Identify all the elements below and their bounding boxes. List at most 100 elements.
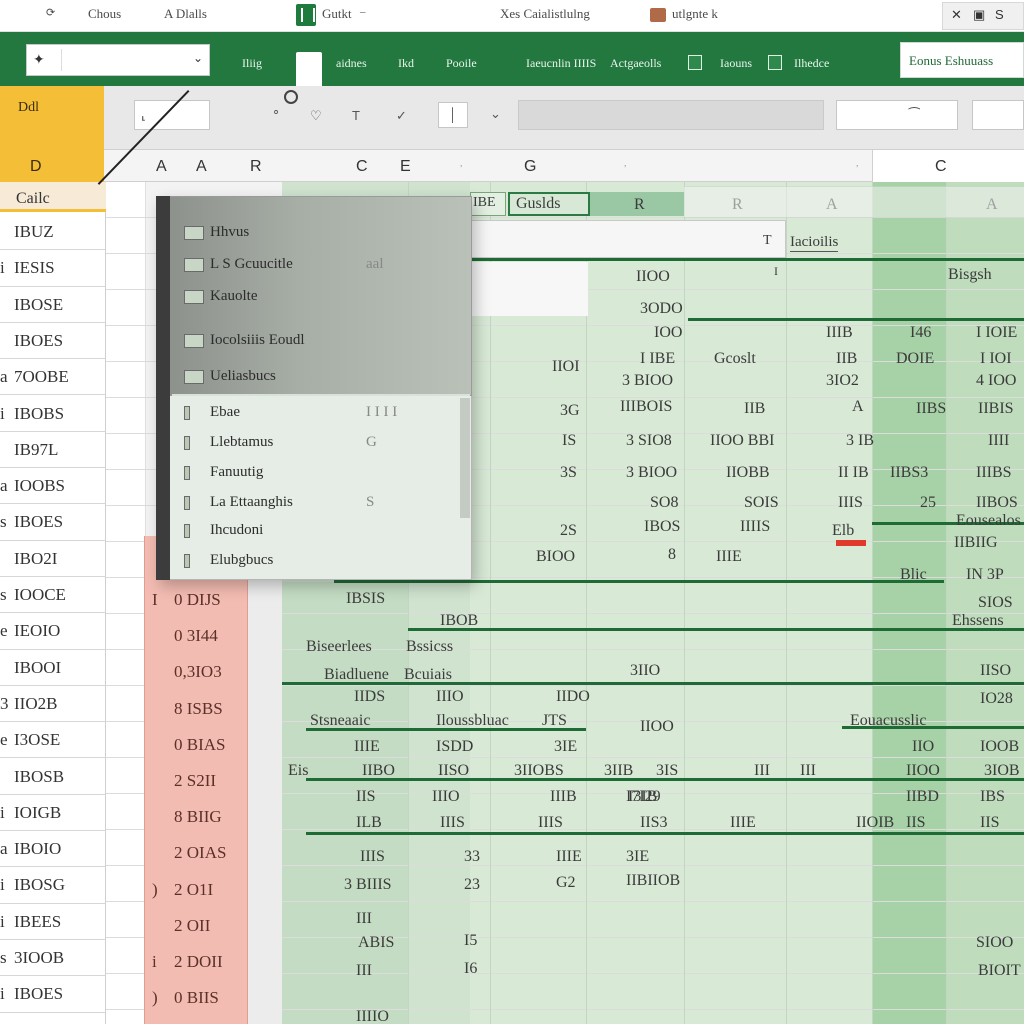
grid-cell-value[interactable]: III: [800, 762, 816, 780]
cell-edit-strip[interactable]: T: [470, 220, 786, 258]
chevron-down-icon[interactable]: ⌄: [193, 51, 203, 65]
row-header[interactable]: a IBOIO: [0, 831, 106, 868]
ribbon-tab-2[interactable]: aidnes: [336, 56, 367, 71]
text-tool-label[interactable]: T: [352, 108, 360, 123]
grid-cell-value[interactable]: 3 BIOO: [622, 372, 673, 390]
formula-input[interactable]: [518, 100, 824, 130]
grid-cell-value[interactable]: IIBIIOB: [626, 872, 680, 890]
titlebar-item-user[interactable]: utlgnte k: [672, 6, 718, 22]
cell-white-block[interactable]: [470, 262, 588, 316]
highlighted-cell[interactable]: i 2 DOII: [144, 946, 248, 982]
grid-cell-value[interactable]: Biseerlees: [306, 638, 372, 656]
refresh-icon[interactable]: ⟳: [46, 6, 55, 19]
row-header[interactable]: e IEOIO: [0, 613, 106, 650]
grid-cell-value[interactable]: ABIS: [358, 934, 394, 952]
context-menu-item[interactable]: La Ettaanghis S: [176, 488, 468, 518]
grid-cell-value[interactable]: ILB: [356, 814, 382, 832]
grid-cell-value[interactable]: IIBIIG: [954, 534, 998, 552]
grid-cell-value[interactable]: IIS: [980, 814, 1000, 832]
grid-cell-value[interactable]: 3ODO: [640, 300, 683, 318]
row-header[interactable]: s IOOCE: [0, 577, 106, 614]
row-header[interactable]: i IBOBS: [0, 396, 106, 432]
grid-cell-value[interactable]: I IBE: [640, 350, 675, 368]
cell-tag[interactable]: Iacioilis: [790, 234, 839, 252]
grid-cell-value[interactable]: Iloussbluac: [436, 712, 509, 730]
grid-cell-value[interactable]: IIBS: [916, 400, 946, 418]
grid-cell-value[interactable]: I IOI: [980, 350, 1012, 368]
grid-cell-value[interactable]: SO8: [650, 494, 678, 512]
row-header[interactable]: IBOSB: [0, 759, 106, 795]
highlighted-cell[interactable]: 2 OIAS: [144, 837, 248, 873]
grid-cell-value[interactable]: Ehssens: [952, 612, 1004, 630]
grid-cell-value[interactable]: I46: [910, 324, 931, 342]
grid-cell-value[interactable]: IIDS: [354, 688, 385, 706]
context-menu-item[interactable]: Hhvus: [176, 218, 468, 248]
column-header[interactable]: R: [250, 158, 262, 176]
grid-cell-value[interactable]: IBOB: [440, 612, 478, 630]
grid-cell-value[interactable]: III: [356, 962, 372, 980]
grid-cell-value[interactable]: IOO: [654, 324, 682, 342]
row-header[interactable]: a 7OOBE: [0, 359, 106, 396]
row-header[interactable]: e I3OSE: [0, 722, 106, 759]
grid-cell-value[interactable]: 2S: [560, 522, 577, 540]
grid-cell-value[interactable]: IIIE: [556, 848, 582, 866]
row-header[interactable]: s 3IOOB: [0, 940, 106, 977]
column-header[interactable]: A: [156, 158, 167, 176]
titlebar-item-3[interactable]: Gutkt: [322, 6, 352, 22]
grid-cell-value[interactable]: IN 3P: [966, 566, 1004, 584]
row-header[interactable]: IB97L: [0, 432, 106, 469]
ribbon-tab-7[interactable]: Iaouns: [720, 56, 752, 71]
row-header[interactable]: 3 IIO2B: [0, 686, 106, 723]
context-menu-item[interactable]: Kauolte: [176, 282, 468, 312]
grid-cell-value[interactable]: ISDD: [436, 738, 473, 756]
grid-cell-value[interactable]: IIIE: [730, 814, 756, 832]
grid-cell-value[interactable]: 33: [464, 848, 480, 866]
ribbon-doc-icon[interactable]: [768, 55, 782, 70]
grid-cell-value[interactable]: IIBIS: [978, 400, 1014, 418]
grid-cell-value[interactable]: IIIE: [716, 548, 742, 566]
highlighted-cell[interactable]: I 0 DIJS: [144, 584, 248, 620]
grid-cell-value[interactable]: 3G: [560, 402, 580, 420]
cell-tag[interactable]: Bisgsh: [948, 266, 992, 284]
grid-cell-value[interactable]: IIIS: [538, 814, 563, 832]
grid-cell-value[interactable]: IIIBS: [976, 464, 1012, 482]
row-header[interactable]: IBOSE: [0, 287, 106, 323]
highlighted-cell[interactable]: ) 2 O1I: [144, 874, 248, 910]
grid-cell-value[interactable]: BIOIT: [978, 962, 1021, 980]
formula-dropdown[interactable]: ⁀: [836, 100, 958, 130]
grid-cell-value[interactable]: Biadluene: [324, 666, 389, 684]
grid-cell-value[interactable]: IO28: [980, 690, 1013, 708]
grid-cell-value[interactable]: IIOO: [640, 718, 674, 736]
grid-cell-value[interactable]: IBOS: [644, 518, 680, 536]
grid-cell-value[interactable]: IISO: [438, 762, 469, 780]
row-header-first[interactable]: Cailc: [0, 182, 106, 212]
grid-cell-value[interactable]: 3IIOBS: [514, 762, 564, 780]
ribbon-tab-6[interactable]: Actgaeolls: [610, 56, 661, 71]
column-header[interactable]: A: [196, 158, 207, 176]
ribbon-tab-5[interactable]: Iaeucnlin IIIIS: [526, 56, 596, 71]
grid-cell-value[interactable]: IIIB: [826, 324, 853, 342]
ribbon-tab-active[interactable]: [296, 52, 322, 86]
grid-cell-value[interactable]: IIB: [744, 400, 765, 418]
titlebar-item-1[interactable]: Chous: [88, 6, 121, 22]
grid-cell-value[interactable]: IIOO: [906, 762, 940, 780]
column-header-selected[interactable]: C: [872, 150, 1024, 182]
grid-cell-value[interactable]: Stsneaaic: [310, 712, 370, 730]
grid-cell-value[interactable]: IIOI: [552, 358, 580, 376]
row-header[interactable]: a IOOBS: [0, 468, 106, 505]
grid-cell-value[interactable]: IIIIO: [356, 1008, 389, 1024]
row-header[interactable]: i IOIGB: [0, 795, 106, 832]
grid-cell-value[interactable]: IIIE: [354, 738, 380, 756]
row-header[interactable]: i IBEES: [0, 904, 106, 940]
header-cell-selected[interactable]: Guslds: [508, 192, 590, 216]
grid-cell-value[interactable]: IISO: [980, 662, 1011, 680]
grid-cell-value[interactable]: DOIE: [896, 350, 934, 368]
grid-cell-value[interactable]: JTS: [542, 712, 567, 730]
row-header[interactable]: IBUZ: [0, 214, 106, 251]
highlighted-cell[interactable]: 8 BIIG: [144, 801, 248, 837]
grid-cell-value[interactable]: III: [356, 910, 372, 928]
grid-cell-value[interactable]: III: [754, 762, 770, 780]
user-avatar-icon[interactable]: [650, 8, 666, 22]
grid-cell-value[interactable]: 3 BIIIS: [344, 876, 392, 894]
ribbon-tab-4[interactable]: Pooile: [446, 56, 477, 71]
